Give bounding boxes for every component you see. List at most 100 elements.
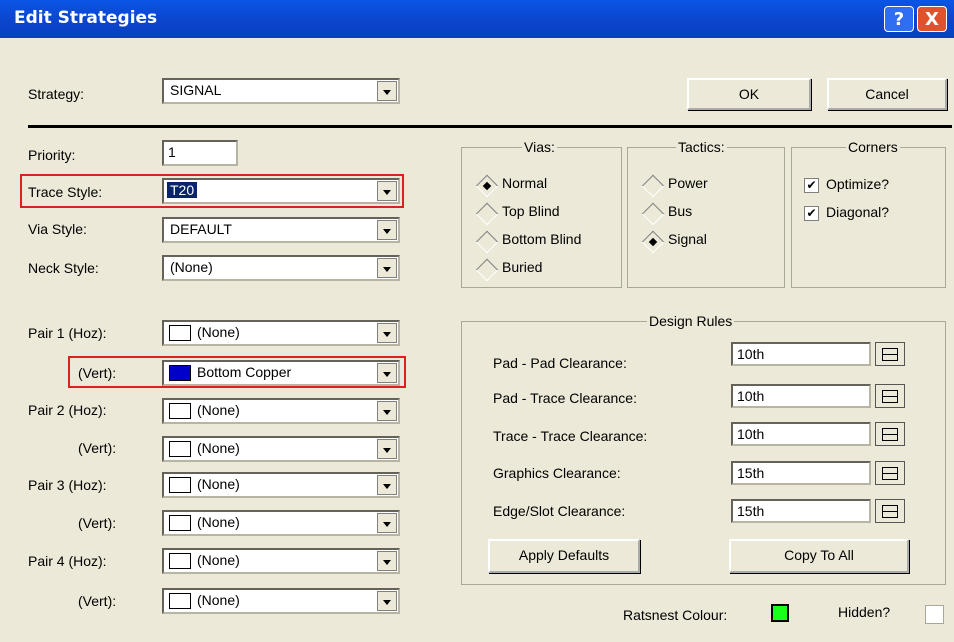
- tactic-signal-label: Signal: [668, 231, 707, 247]
- copy-to-all-button[interactable]: Copy To All: [729, 539, 909, 573]
- pair3-vert-label: (Vert):: [78, 515, 117, 531]
- chevron-down-icon[interactable]: [377, 401, 397, 421]
- neck-style-value: (None): [170, 259, 213, 275]
- help-button[interactable]: ?: [884, 6, 914, 32]
- edit-strategies-dialog: Edit Strategies ? X Strategy: SIGNAL OK …: [0, 0, 954, 642]
- title-bar[interactable]: Edit Strategies ? X: [0, 0, 954, 38]
- via-normal-label: Normal: [502, 175, 548, 191]
- pad-trace-clearance-spinner[interactable]: [875, 384, 905, 408]
- pad-trace-clearance-input[interactable]: 10th: [731, 384, 871, 408]
- divider: [28, 125, 952, 128]
- pair2-hoz-select[interactable]: (None): [162, 398, 400, 424]
- pair4-hoz-label: Pair 4 (Hoz):: [28, 553, 107, 569]
- via-style-select[interactable]: DEFAULT: [162, 217, 400, 243]
- pair3-vert-select[interactable]: (None): [162, 510, 400, 536]
- pair4-hoz-select[interactable]: (None): [162, 548, 400, 574]
- pad-trace-clearance-label: Pad - Trace Clearance:: [493, 390, 637, 406]
- priority-input[interactable]: 1: [162, 140, 238, 166]
- corners-title: Corners: [846, 139, 900, 155]
- strategy-label: Strategy:: [28, 86, 85, 102]
- pad-pad-clearance-label: Pad - Pad Clearance:: [493, 355, 627, 371]
- neck-style-label: Neck Style:: [28, 260, 99, 276]
- pair1-vert-highlight: [68, 356, 406, 388]
- chevron-down-icon[interactable]: [377, 220, 397, 240]
- chevron-down-icon[interactable]: [377, 323, 397, 343]
- tactic-power-label: Power: [668, 175, 708, 191]
- priority-label: Priority:: [28, 147, 76, 163]
- color-swatch: [169, 553, 191, 569]
- pad-pad-clearance-input[interactable]: 10th: [731, 342, 871, 366]
- vias-group: Vias: Normal Top Blind Bottom Blind Buri…: [461, 139, 622, 288]
- trace-trace-clearance-spinner[interactable]: [875, 422, 905, 446]
- ok-button[interactable]: OK: [687, 78, 811, 110]
- pair2-vert-value: (None): [197, 440, 240, 456]
- dialog-title: Edit Strategies: [14, 8, 158, 28]
- vias-title: Vias:: [522, 139, 557, 155]
- pair3-hoz-select[interactable]: (None): [162, 472, 400, 498]
- ratsnest-colour-swatch[interactable]: [771, 604, 789, 622]
- color-swatch: [169, 403, 191, 419]
- via-bottom-blind-label: Bottom Blind: [502, 231, 582, 247]
- optimize-label: Optimize?: [826, 176, 890, 192]
- radio-power[interactable]: [641, 174, 665, 198]
- tactics-group: Tactics: Power Bus Signal: [627, 139, 785, 288]
- chevron-down-icon[interactable]: [377, 81, 397, 101]
- chevron-down-icon[interactable]: [377, 439, 397, 459]
- diagonal-label: Diagonal?: [826, 204, 890, 220]
- color-swatch: [169, 593, 191, 609]
- radio-normal[interactable]: [475, 174, 499, 198]
- edge-slot-clearance-label: Edge/Slot Clearance:: [493, 503, 626, 519]
- neck-style-select[interactable]: (None): [162, 255, 400, 281]
- ratsnest-colour-label: Ratsnest Colour:: [623, 607, 728, 623]
- strategy-value: SIGNAL: [170, 82, 222, 98]
- pair3-hoz-label: Pair 3 (Hoz):: [28, 477, 107, 493]
- pair2-vert-select[interactable]: (None): [162, 436, 400, 462]
- diagonal-checkbox[interactable]: ✔: [804, 206, 819, 221]
- tactics-title: Tactics:: [676, 139, 727, 155]
- trace-style-highlight: [20, 174, 404, 208]
- radio-signal[interactable]: [641, 230, 665, 254]
- corners-group: Corners ✔ Optimize? ✔ Diagonal?: [791, 139, 946, 288]
- design-rules-title: Design Rules: [647, 313, 735, 329]
- trace-trace-clearance-input[interactable]: 10th: [731, 422, 871, 446]
- cancel-button[interactable]: Cancel: [827, 78, 947, 110]
- chevron-down-icon[interactable]: [377, 591, 397, 611]
- edge-slot-clearance-input[interactable]: 15th: [731, 499, 871, 523]
- copy-to-all-label: Copy To All: [784, 547, 854, 563]
- chevron-down-icon[interactable]: [377, 513, 397, 533]
- radio-top-blind[interactable]: [475, 202, 499, 226]
- pair4-vert-select[interactable]: (None): [162, 588, 400, 614]
- hidden-label: Hidden?: [838, 604, 891, 620]
- pair1-hoz-label: Pair 1 (Hoz):: [28, 325, 107, 341]
- close-button[interactable]: X: [917, 6, 947, 32]
- chevron-down-icon[interactable]: [377, 258, 397, 278]
- pair2-hoz-value: (None): [197, 402, 240, 418]
- via-style-value: DEFAULT: [170, 221, 232, 237]
- ok-label: OK: [738, 86, 760, 102]
- via-top-blind-label: Top Blind: [502, 203, 560, 219]
- pair3-vert-value: (None): [197, 514, 240, 530]
- optimize-checkbox[interactable]: ✔: [804, 178, 819, 193]
- pair1-hoz-value: (None): [197, 324, 240, 340]
- graphics-clearance-spinner[interactable]: [875, 461, 905, 485]
- trace-trace-clearance-label: Trace - Trace Clearance:: [493, 428, 648, 444]
- pair1-hoz-select[interactable]: (None): [162, 320, 400, 346]
- pair4-hoz-value: (None): [197, 552, 240, 568]
- graphics-clearance-label: Graphics Clearance:: [493, 465, 621, 481]
- strategy-select[interactable]: SIGNAL: [162, 78, 400, 104]
- pair2-vert-label: (Vert):: [78, 440, 117, 456]
- graphics-clearance-input[interactable]: 15th: [731, 461, 871, 485]
- cancel-label: Cancel: [865, 86, 909, 102]
- edge-slot-clearance-spinner[interactable]: [875, 499, 905, 523]
- chevron-down-icon[interactable]: [377, 551, 397, 571]
- radio-bus[interactable]: [641, 202, 665, 226]
- radio-bottom-blind[interactable]: [475, 230, 499, 254]
- pad-pad-clearance-spinner[interactable]: [875, 342, 905, 366]
- via-buried-label: Buried: [502, 259, 543, 275]
- hidden-checkbox[interactable]: [925, 605, 944, 624]
- pair3-hoz-value: (None): [197, 476, 240, 492]
- apply-defaults-button[interactable]: Apply Defaults: [488, 539, 640, 573]
- radio-buried[interactable]: [475, 258, 499, 282]
- chevron-down-icon[interactable]: [377, 475, 397, 495]
- color-swatch: [169, 441, 191, 457]
